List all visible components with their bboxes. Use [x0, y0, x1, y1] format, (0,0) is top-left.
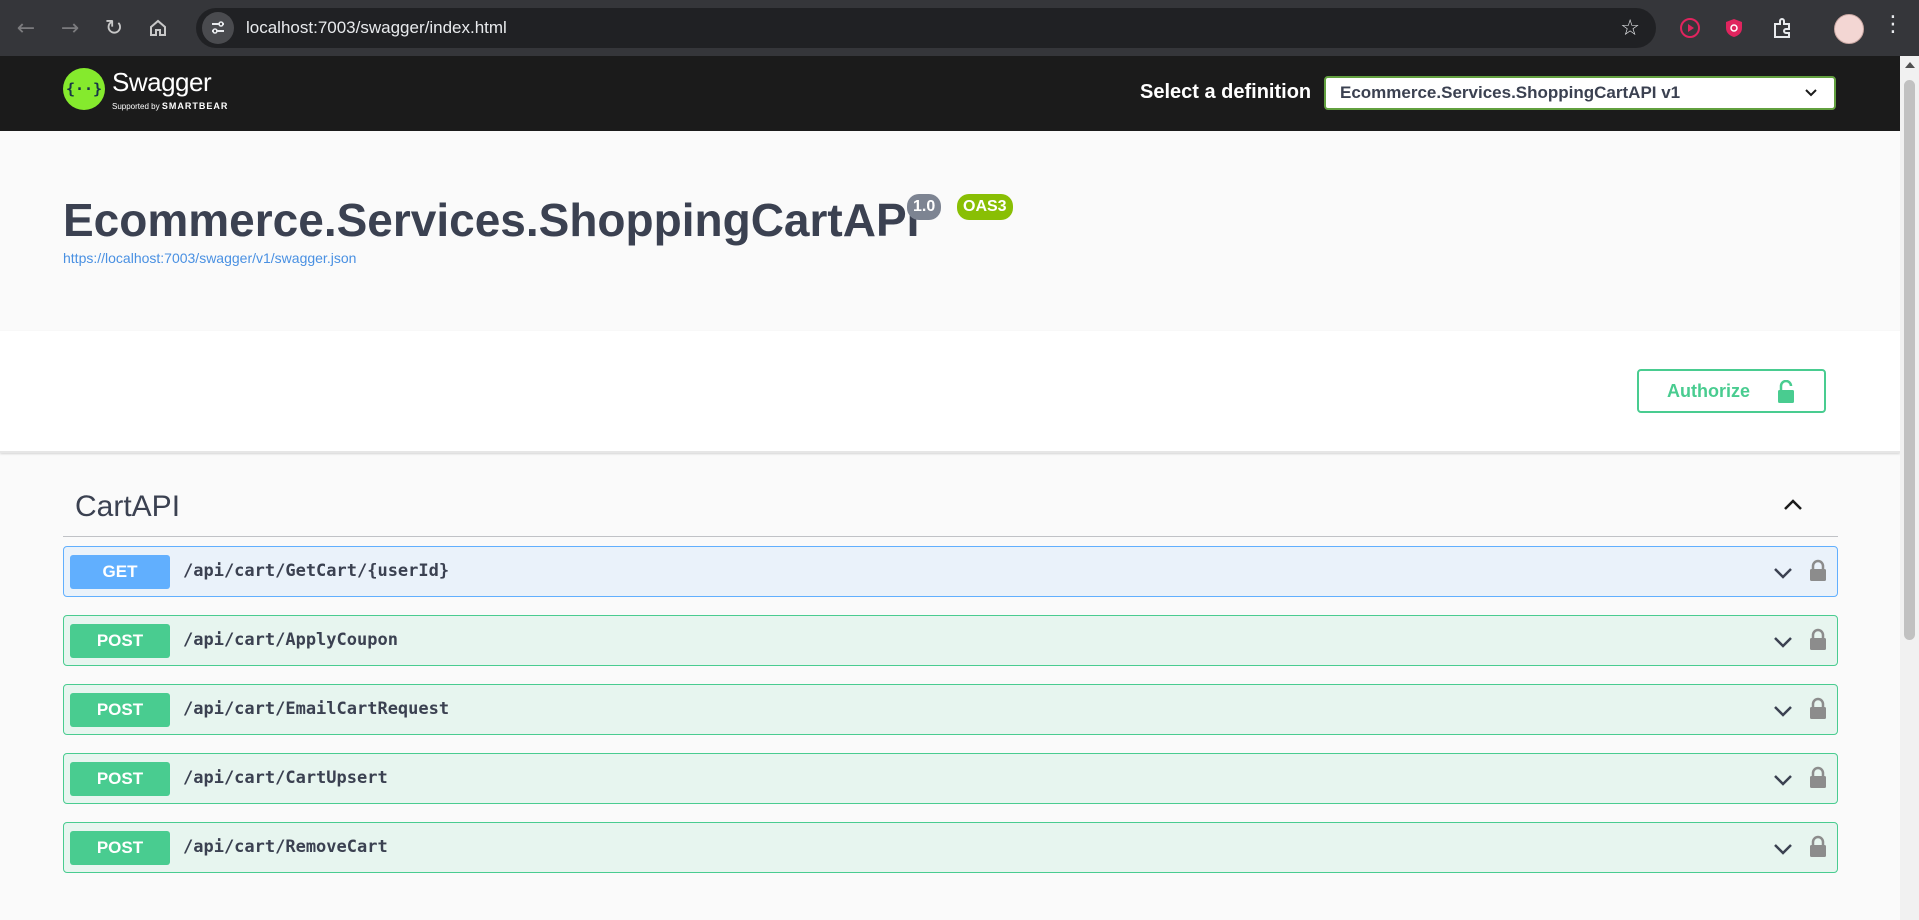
operation-path: /api/cart/ApplyCoupon: [183, 630, 398, 650]
chevron-down-icon[interactable]: [1773, 563, 1793, 588]
authorize-label: Authorize: [1667, 380, 1750, 401]
lock-icon[interactable]: [1809, 628, 1827, 657]
home-icon[interactable]: [140, 10, 176, 46]
method-badge: POST: [70, 693, 170, 727]
star-icon[interactable]: ☆: [1620, 16, 1640, 41]
definition-label: Select a definition: [1140, 81, 1312, 103]
chevron-down-icon[interactable]: [1773, 632, 1793, 657]
back-icon[interactable]: ←: [8, 10, 44, 46]
logo-title: Swagger: [112, 67, 212, 97]
definition-selected: Ecommerce.Services.ShoppingCartAPI v1: [1340, 83, 1681, 102]
reload-icon[interactable]: ↻: [96, 10, 132, 46]
tag-title: CartAPI: [75, 490, 181, 523]
version-badge: 1.0: [907, 194, 942, 220]
chevron-down-icon[interactable]: [1773, 770, 1793, 795]
lock-icon[interactable]: [1809, 835, 1827, 864]
operation-post-emailcartrequest[interactable]: POST /api/cart/EmailCartRequest: [63, 684, 1838, 735]
forward-icon[interactable]: →: [52, 10, 88, 46]
scroll-up-icon[interactable]: [1905, 62, 1915, 68]
authorize-button[interactable]: Authorize: [1637, 369, 1826, 413]
site-info-icon[interactable]: [202, 12, 234, 44]
lock-icon: [1776, 379, 1796, 409]
extension-icon[interactable]: [1766, 12, 1798, 44]
chevron-down-icon[interactable]: [1773, 839, 1793, 864]
operation-path: /api/cart/RemoveCart: [183, 837, 388, 857]
method-badge: POST: [70, 831, 170, 865]
chevron-down-icon[interactable]: [1773, 701, 1793, 726]
definition-select[interactable]: Ecommerce.Services.ShoppingCartAPI v1: [1324, 76, 1836, 110]
chevron-down-icon: [1804, 84, 1818, 104]
logo-sub-brand: SMARTBEAR: [161, 101, 229, 111]
operation-post-cartupsert[interactable]: POST /api/cart/CartUpsert: [63, 753, 1838, 804]
logo-subtitle: Supported by SMARTBEAR: [112, 101, 228, 111]
page-scrollbar[interactable]: [1900, 56, 1919, 920]
operation-post-removecart[interactable]: POST /api/cart/RemoveCart: [63, 822, 1838, 873]
avatar[interactable]: [1834, 14, 1864, 44]
lock-icon[interactable]: [1809, 559, 1827, 588]
operation-get-getcart[interactable]: GET /api/cart/GetCart/{userId}: [63, 546, 1838, 597]
method-badge: GET: [70, 555, 170, 589]
url-text[interactable]: localhost:7003/swagger/index.html: [246, 18, 507, 38]
method-badge: POST: [70, 624, 170, 658]
operation-path: /api/cart/CartUpsert: [183, 768, 388, 788]
lock-icon[interactable]: [1809, 766, 1827, 795]
swagger-logo[interactable]: {··} Swagger Supported by SMARTBEAR: [63, 68, 228, 111]
extension-icon[interactable]: [1718, 12, 1750, 44]
scrollbar-thumb[interactable]: [1904, 80, 1915, 640]
address-bar[interactable]: localhost:7003/swagger/index.html ☆: [196, 8, 1656, 48]
spec-url-link[interactable]: https://localhost:7003/swagger/v1/swagge…: [63, 250, 356, 266]
extension-icon[interactable]: [1674, 12, 1706, 44]
logo-sub-prefix: Supported by: [112, 102, 160, 111]
scheme-container: Authorize: [0, 331, 1900, 453]
operation-path: /api/cart/GetCart/{userId}: [183, 561, 450, 581]
tag-header-cartapi[interactable]: CartAPI: [63, 476, 1838, 537]
operation-path: /api/cart/EmailCartRequest: [183, 699, 450, 719]
browser-toolbar: ← → ↻ localhost:7003/swagger/index.html …: [0, 0, 1919, 56]
lock-icon[interactable]: [1809, 697, 1827, 726]
swagger-topbar: {··} Swagger Supported by SMARTBEAR Sele…: [0, 56, 1900, 131]
oas-badge: OAS3: [957, 194, 1013, 220]
chevron-up-icon[interactable]: [1782, 494, 1804, 521]
menu-icon[interactable]: ⋮: [1882, 12, 1904, 37]
swagger-logo-icon: {··}: [63, 68, 105, 110]
operation-post-applycoupon[interactable]: POST /api/cart/ApplyCoupon: [63, 615, 1838, 666]
page-title: Ecommerce.Services.ShoppingCartAPI: [63, 194, 920, 246]
method-badge: POST: [70, 762, 170, 796]
